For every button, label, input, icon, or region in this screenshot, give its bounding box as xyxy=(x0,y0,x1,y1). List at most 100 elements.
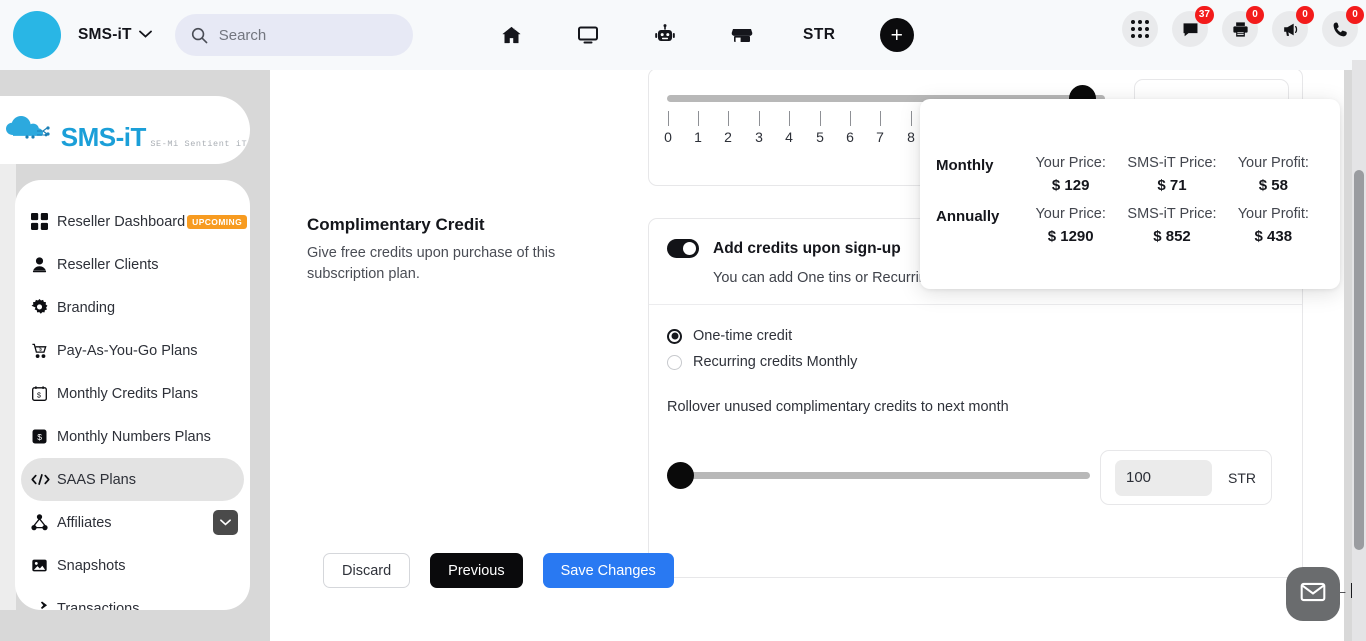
sidebar-item-monthly-credits-plans[interactable]: $ Monthly Credits Plans xyxy=(15,372,250,415)
svg-text:$: $ xyxy=(37,432,42,442)
sidebar-item-transactions[interactable]: Transactions xyxy=(15,587,250,610)
pricing-label: Your Price: xyxy=(1035,206,1106,222)
mail-icon xyxy=(1299,578,1327,611)
pricing-row-annually: Annually Your Price: $ 1290 SMS-iT Price… xyxy=(920,206,1340,245)
sidebar-logo-card: SMS-iT SE-Mi Sentient iT xyxy=(0,96,250,164)
dollar-square-icon: $ xyxy=(31,428,57,445)
complimentary-credit-heading: Complimentary Credit Give free credits u… xyxy=(307,215,607,285)
sidebar-item-saas-plans[interactable]: SAAS Plans xyxy=(21,458,244,501)
sidebar-item-branding[interactable]: Branding xyxy=(15,286,250,329)
home-icon[interactable] xyxy=(473,13,550,57)
printer-badge: 0 xyxy=(1246,6,1264,24)
calendar-dollar-icon: $ xyxy=(31,385,57,402)
sidebar-item-snapshots[interactable]: Snapshots xyxy=(15,544,250,587)
tick-5: 5 xyxy=(810,111,830,147)
chevron-down-icon[interactable] xyxy=(138,30,152,41)
pricing-summary-popover: Monthly Your Price: $ 129 SMS-iT Price: … xyxy=(920,99,1340,289)
top-nav-icons: STR + xyxy=(473,13,914,57)
credit-slider-thumb[interactable] xyxy=(667,462,694,489)
radio-one-time-credit[interactable]: One-time credit xyxy=(667,323,1284,349)
add-button[interactable]: + xyxy=(879,18,914,52)
radio-icon[interactable] xyxy=(667,354,682,370)
tick-2: 2 xyxy=(718,111,738,147)
sidebar-nav: Reseller Dashboard UPCOMING Reseller Cli… xyxy=(15,180,250,610)
user-icon xyxy=(31,256,57,273)
network-icon xyxy=(31,514,57,531)
sidebar-item-reseller-dashboard[interactable]: Reseller Dashboard UPCOMING xyxy=(15,200,250,243)
sidebar-label: Snapshots xyxy=(57,557,126,574)
sidebar-bottom-background xyxy=(0,610,270,641)
discard-button[interactable]: Discard xyxy=(323,553,411,588)
megaphone-icon[interactable]: 0 xyxy=(1272,6,1314,47)
sidebar-item-monthly-numbers-plans[interactable]: $ Monthly Numbers Plans xyxy=(15,415,250,458)
tick-0: 0 xyxy=(658,111,678,147)
toggle-label: Add credits upon sign-up xyxy=(713,239,901,257)
phone-badge: 0 xyxy=(1346,6,1364,24)
logo-tagline: SE-Mi Sentient iT xyxy=(150,138,248,149)
top-navigation-bar: SMS-iT STR + xyxy=(0,0,1366,70)
search-input[interactable] xyxy=(218,26,389,44)
megaphone-badge: 0 xyxy=(1296,6,1314,24)
store-icon[interactable] xyxy=(704,13,781,57)
app-root: SMS-iT STR + xyxy=(0,0,1366,641)
pricing-value: $ 71 xyxy=(1157,177,1187,194)
pricing-label: SMS-iT Price: xyxy=(1127,206,1217,222)
pricing-your-price: Your Price: $ 129 xyxy=(1020,155,1121,194)
sidebar-label: Monthly Numbers Plans xyxy=(57,428,211,445)
apps-grid-icon[interactable] xyxy=(1122,11,1158,47)
radio-recurring-credits-monthly[interactable]: Recurring credits Monthly xyxy=(667,349,1284,375)
credit-unit-label: STR xyxy=(1228,469,1256,486)
form-action-buttons: Discard Previous Save Changes xyxy=(323,553,674,588)
sidebar-label: SAAS Plans xyxy=(57,471,136,488)
pricing-label: Your Price: xyxy=(1035,155,1106,171)
add-credits-toggle[interactable] xyxy=(667,239,699,258)
tick-1: 1 xyxy=(688,111,708,147)
str-nav-label[interactable]: STR xyxy=(781,13,858,57)
sidebar-edge-strip xyxy=(0,164,16,610)
transactions-icon xyxy=(31,600,57,610)
pricing-value: $ 852 xyxy=(1153,228,1191,245)
cart-icon: $ xyxy=(31,342,57,359)
phone-icon[interactable]: 0 xyxy=(1322,6,1364,47)
printer-icon[interactable]: 0 xyxy=(1222,6,1264,47)
sidebar-item-reseller-clients[interactable]: Reseller Clients xyxy=(15,243,250,286)
save-changes-button[interactable]: Save Changes xyxy=(542,553,674,588)
sidebar-item-pay-as-you-go-plans[interactable]: $ Pay-As-You-Go Plans xyxy=(15,329,250,372)
page-scrollbar[interactable] xyxy=(1352,60,1366,641)
sidebar-label: Pay-As-You-Go Plans xyxy=(57,342,198,359)
credit-amount-slider-group: STR xyxy=(667,450,1284,523)
tick-4: 4 xyxy=(779,111,799,147)
robot-icon[interactable] xyxy=(627,13,704,57)
credit-amount-input[interactable] xyxy=(1115,459,1212,496)
pricing-your-price: Your Price: $ 1290 xyxy=(1020,206,1121,245)
section-description: Give free credits upon purchase of this … xyxy=(307,245,556,282)
credit-options-section: One-time credit Recurring credits Monthl… xyxy=(649,305,1302,523)
sidebar-label: Branding xyxy=(57,299,116,316)
credit-slider-track[interactable] xyxy=(675,472,1090,479)
chevron-down-icon[interactable] xyxy=(213,510,238,535)
upcoming-badge: UPCOMING xyxy=(187,214,248,229)
mail-fab-button[interactable] xyxy=(1286,567,1340,621)
radio-label: One-time credit xyxy=(693,328,793,344)
sidebar-label: Affiliates xyxy=(57,514,112,531)
image-icon xyxy=(31,557,57,574)
tick-6: 6 xyxy=(840,111,860,147)
pricing-sms-it-price: SMS-iT Price: $ 852 xyxy=(1121,206,1222,245)
search-box[interactable] xyxy=(174,14,413,56)
previous-button[interactable]: Previous xyxy=(430,553,523,588)
radio-label: Recurring credits Monthly xyxy=(693,354,858,370)
pricing-value: $ 438 xyxy=(1254,228,1293,245)
section-title: Complimentary Credit xyxy=(307,215,485,234)
sidebar-label: Monthly Credits Plans xyxy=(57,385,199,402)
radio-icon[interactable] xyxy=(667,328,682,344)
credit-amount-box: STR xyxy=(1100,450,1272,505)
main-content: 0 1 2 3 4 5 6 7 8 Monthly Your Price: $ … xyxy=(270,60,1344,641)
workspace-avatar[interactable] xyxy=(13,11,61,59)
sidebar-label: Transactions xyxy=(57,600,140,611)
chat-icon[interactable]: 37 xyxy=(1172,6,1214,47)
pricing-label: Your Profit: xyxy=(1237,206,1309,222)
monitor-icon[interactable] xyxy=(550,13,627,57)
sidebar-item-affiliates[interactable]: Affiliates xyxy=(15,501,250,544)
scrollbar-thumb[interactable] xyxy=(1354,170,1364,550)
pricing-value: $ 1290 xyxy=(1047,228,1094,245)
